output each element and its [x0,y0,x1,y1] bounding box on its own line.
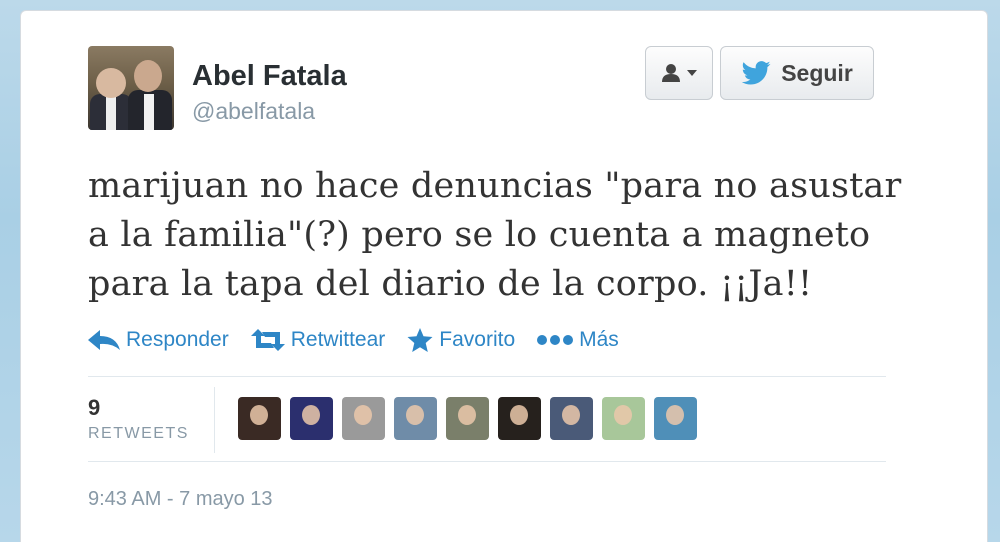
user-actions-button[interactable] [645,46,713,100]
tweet-text: marijuan no hace denuncias "para no asus… [88,162,908,309]
tweet-timestamp[interactable]: 9:43 AM - 7 mayo 13 [88,488,273,511]
retweeter-avatar[interactable] [446,397,489,440]
tweet-stats: 9 RETWEETS [88,376,886,462]
twitter-bird-icon [741,61,771,85]
retweeter-avatar[interactable] [238,397,281,440]
reply-action[interactable]: Responder [88,328,229,352]
tweet-actions: Responder Retwittear Favorito Más [88,328,641,352]
user-icon [661,64,680,82]
retweeter-avatar[interactable] [394,397,437,440]
tweet-line: marijuan no hace denuncias "para no asus… [88,166,902,206]
retweeter-avatar[interactable] [654,397,697,440]
favorite-label: Favorito [439,328,516,351]
follow-button[interactable]: Seguir [720,46,874,100]
more-label: Más [579,328,619,351]
more-dots-icon [537,335,574,345]
retweeter-avatar[interactable] [342,397,385,440]
retweet-count-label: RETWEETS [88,425,189,442]
star-icon [407,328,433,352]
retweeter-avatar[interactable] [498,397,541,440]
tweet-line: para la tapa del diario de la corpo. ¡¡J… [88,264,813,304]
stats-divider [214,387,215,453]
user-name[interactable]: Abel Fatala [192,60,347,93]
retweet-action[interactable]: Retwittear [250,328,386,352]
retweeter-avatar[interactable] [602,397,645,440]
follow-label: Seguir [781,59,853,86]
retweet-label: Retwittear [290,328,386,351]
reply-label: Responder [126,328,229,351]
favorite-action[interactable]: Favorito [407,328,515,352]
avatar[interactable] [88,46,174,130]
retweet-count[interactable]: 9 [88,395,100,421]
tweet-line: a la familia"(?) pero se lo cuenta a mag… [88,215,871,255]
caret-down-icon [686,70,697,76]
user-handle[interactable]: @abelfatala [192,98,315,125]
retweet-icon [250,329,285,351]
more-action[interactable]: Más [537,328,619,352]
retweeter-avatar[interactable] [550,397,593,440]
retweeter-avatar[interactable] [290,397,333,440]
reply-icon [88,330,120,350]
retweeter-avatars [238,397,697,440]
